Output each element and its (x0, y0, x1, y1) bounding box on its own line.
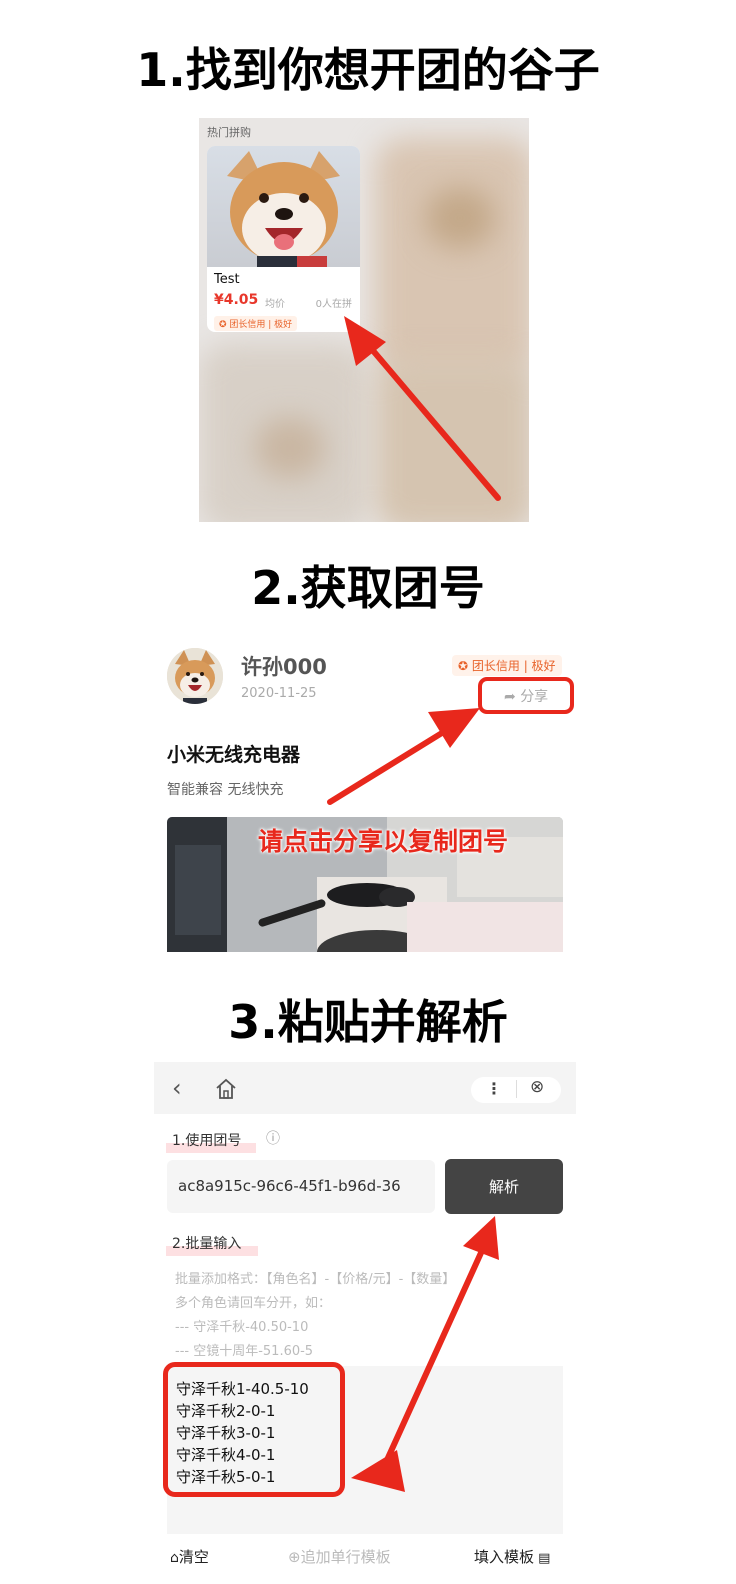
document-icon: ▤ (534, 1551, 551, 1566)
clear-icon: ⌂ (170, 1550, 179, 1566)
card-title: Test (214, 272, 240, 287)
credit-star-icon: ✪ (458, 659, 472, 673)
share-button[interactable]: ➦ 分享 (504, 686, 548, 706)
product-subtitle: 智能兼容 无线快充 (167, 782, 284, 798)
add-circle-icon: ⊕ (288, 1548, 301, 1566)
home-icon[interactable] (214, 1077, 238, 1101)
step-1-title: 1.找到你想开团的谷子 (136, 43, 600, 97)
group-code-value: ac8a915c-96c6-45f1-b96d-36 (178, 1177, 401, 1195)
parse-button[interactable]: 解析 (445, 1159, 563, 1214)
more-icon[interactable]: ⋮ (486, 1079, 502, 1098)
credit-star-icon: ✪ (219, 320, 230, 330)
fill-template-label: 填入模板 (474, 1548, 535, 1566)
step-3-title: 3.粘贴并解析 (228, 995, 508, 1049)
product-title: 小米无线充电器 (167, 744, 301, 766)
card-price: ¥4.05 (214, 292, 259, 308)
red-double-arrow-icon (351, 1216, 499, 1492)
hint-line: 多个角色请回车分开，如： (175, 1296, 332, 1311)
add-row-template-button[interactable]: ⊕追加单行模板 (288, 1546, 391, 1567)
red-arrow-icon (344, 316, 501, 501)
photo-caption: 请点击分享以复制团号 (258, 827, 509, 856)
help-icon[interactable]: ⓘ (266, 1128, 280, 1148)
batch-input-label: 2.批量输入 (172, 1236, 242, 1252)
fill-template-button[interactable]: 填入模板 ▤ (474, 1546, 550, 1567)
clear-label: 清空 (178, 1548, 209, 1566)
step-2-title: 2.获取团号 (251, 561, 485, 615)
credit-badge-text: 团长信用 | 极好 (471, 659, 556, 673)
credit-badge-text: 团长信用 | 极好 (229, 320, 293, 330)
hint-line: --- 空镜十周年-51.60-5 (175, 1344, 314, 1359)
blurred-card (425, 188, 495, 248)
capsule-divider (516, 1080, 517, 1098)
close-icon[interactable]: ⊗ (530, 1077, 544, 1097)
share-label: 分享 (520, 689, 549, 705)
hint-line: --- 守泽千秋-40.50-10 (175, 1320, 309, 1335)
blurred-card (255, 418, 325, 478)
user-name: 许孙000 (241, 655, 327, 679)
share-icon: ➦ (504, 689, 521, 705)
shiba-dog-image (207, 146, 360, 267)
group-code-label: 1.使用团号 (172, 1133, 242, 1149)
entries-highlight-box (163, 1362, 345, 1497)
add-row-label: 追加单行模板 (300, 1548, 391, 1566)
credit-badge: ✪ 团长信用 | 极好 (214, 316, 298, 331)
card-price-unit: 均价 (265, 299, 285, 310)
red-arrow-icon (327, 708, 480, 805)
credit-badge: ✪ 团长信用 | 极好 (452, 655, 562, 676)
clear-button[interactable]: ⌂清空 (170, 1546, 209, 1567)
avatar (167, 648, 223, 704)
post-date: 2020-11-25 (241, 686, 317, 701)
back-icon[interactable]: ‹ (172, 1074, 182, 1102)
hot-group-buy-header: 热门拼购 (207, 126, 251, 139)
